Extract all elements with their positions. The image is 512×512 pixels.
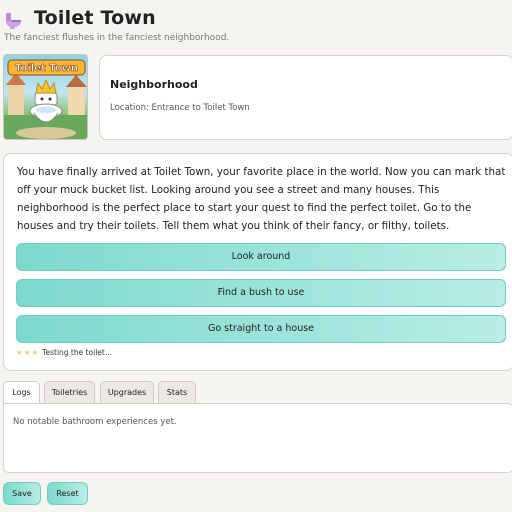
tab-toiletries[interactable]: Toiletries [44, 381, 95, 404]
reset-button[interactable]: Reset [47, 482, 88, 505]
log-empty-text: No notable bathroom experiences yet. [13, 417, 177, 427]
choice-button-look-around[interactable]: Look around [16, 243, 506, 271]
toilet-town-illustration: Toilet Town [4, 59, 87, 139]
tab-logs[interactable]: Logs [3, 381, 40, 405]
location-panel: Neighborhood Location: Entrance to Toile… [99, 55, 512, 140]
choice-button-go-to-house[interactable]: Go straight to a house [16, 315, 506, 343]
story-panel: You have finally arrived at Toilet Town,… [3, 153, 512, 371]
page-title: Toilet Town [34, 7, 156, 29]
app-header: Toilet Town The fanciest flushes in the … [0, 0, 512, 48]
status-stars-icon: ★★★ [16, 348, 40, 357]
status-text: Testing the toilet... [42, 348, 113, 357]
story-text: You have finally arrived at Toilet Town,… [17, 166, 506, 232]
location-line: Location: Entrance to Toilet Town [110, 103, 250, 113]
page-subtitle: The fanciest flushes in the fanciest nei… [4, 33, 230, 43]
save-button[interactable]: Save [3, 482, 41, 505]
toilet-icon [6, 13, 21, 29]
status-line: ★★★ Testing the toilet... [16, 348, 112, 357]
location-image: Toilet Town [3, 54, 88, 140]
banner-text: Toilet Town [15, 63, 78, 74]
tab-stats[interactable]: Stats [158, 381, 196, 404]
location-name: Neighborhood [110, 78, 198, 91]
tab-upgrades[interactable]: Upgrades [100, 381, 154, 404]
choice-button-find-bush[interactable]: Find a bush to use [16, 279, 506, 307]
log-panel: No notable bathroom experiences yet. [3, 403, 512, 473]
